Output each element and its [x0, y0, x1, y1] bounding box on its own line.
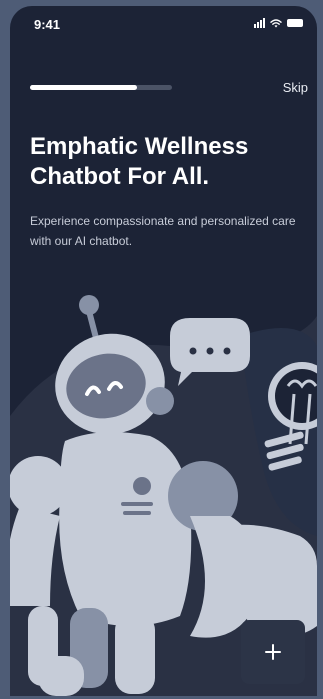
- signal-icon: [254, 18, 265, 28]
- plus-icon: [265, 644, 281, 660]
- battery-icon: [287, 19, 303, 27]
- wifi-icon: [270, 19, 282, 28]
- onboarding-subtitle: Experience compassionate and personalize…: [30, 214, 296, 248]
- phone-screen: 9:41 Skip Emphatic Wellness Chatbot For …: [10, 6, 317, 696]
- onboarding-progress-bar: [30, 85, 172, 90]
- status-icons: [254, 18, 303, 28]
- robot-antenna: [86, 308, 99, 341]
- onboarding-title: Emphatic Wellness Chatbot For All.: [30, 133, 249, 190]
- robot-body: [59, 432, 192, 626]
- robot-antenna-tip: [79, 295, 99, 315]
- next-button[interactable]: [241, 620, 305, 684]
- skip-button[interactable]: Skip: [283, 80, 308, 95]
- progress-fill: [30, 85, 137, 90]
- status-bar: 9:41: [10, 6, 317, 40]
- status-time: 9:41: [34, 17, 61, 32]
